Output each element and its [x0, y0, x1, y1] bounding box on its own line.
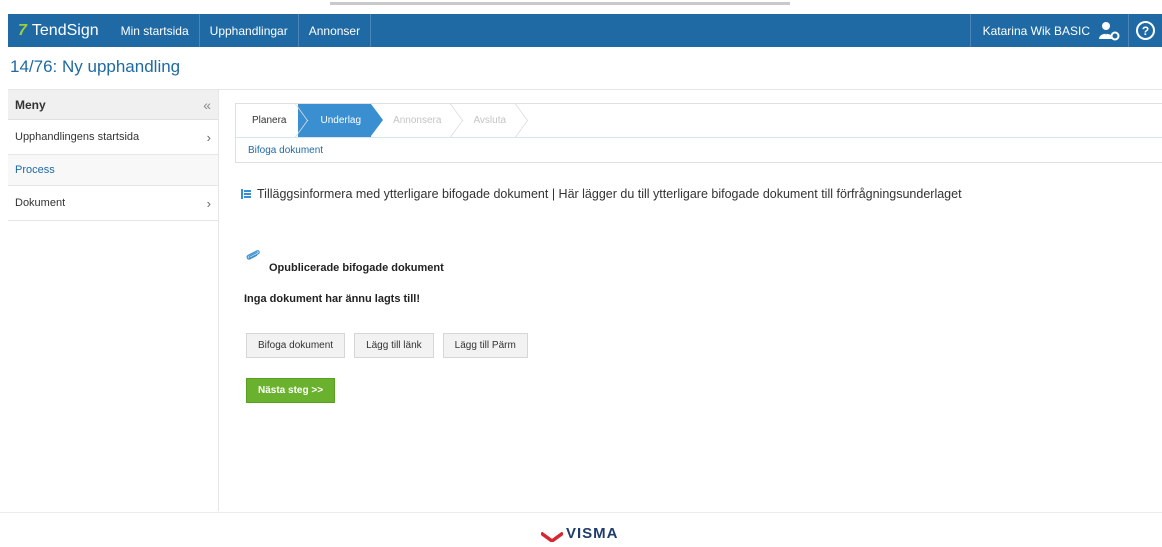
collapse-sidebar-icon[interactable]: « [203, 97, 211, 113]
footer: VISMA [0, 512, 1162, 543]
info-icon-line [244, 190, 251, 192]
process-steps-panel: Planera Underlag Annonsera Avsluta Bifog… [235, 103, 1162, 163]
sidebar-header-label: Meny [15, 97, 46, 112]
sidebar-item-dokument[interactable]: Dokument › [8, 186, 218, 221]
step-annonsera: Annonsera [371, 104, 451, 137]
step-label: Planera [252, 115, 287, 126]
attachment-actions: Bifoga dokument Lägg till länk Lägg till… [246, 333, 528, 358]
step-active-arrow [371, 104, 384, 136]
nav-min-startsida[interactable]: Min startsida [111, 14, 200, 47]
visma-logo: VISMA [539, 525, 619, 543]
list-info-icon [241, 189, 251, 199]
page-title: 14/76: Ny upphandling [10, 57, 181, 76]
empty-message: Inga dokument har ännu lagts till! [244, 293, 421, 305]
sub-step-bifoga-dokument[interactable]: Bifoga dokument [248, 145, 323, 156]
visma-logo-text: VISMA [566, 525, 619, 542]
main-content: Planera Underlag Annonsera Avsluta Bifog… [218, 89, 1162, 511]
step-separator [450, 104, 463, 137]
next-step-button[interactable]: Nästa steg >> [246, 378, 336, 403]
sidebar-item-upphandlingens-startsida[interactable]: Upphandlingens startsida › [8, 120, 218, 155]
top-navbar: 7 TendSign Min startsida Upphandlingar A… [8, 14, 1162, 47]
attachments-title: Opublicerade bifogade dokument [269, 262, 444, 274]
sub-step-bar: Bifoga dokument [236, 137, 1162, 163]
sidebar-header: Meny « [8, 90, 218, 120]
step-label: Underlag [320, 115, 362, 126]
sidebar-item-process[interactable]: Process [8, 155, 218, 186]
tendsign-logo-icon: 7 [18, 21, 27, 39]
help-button[interactable]: ? [1128, 14, 1162, 47]
step-planera[interactable]: Planera [236, 104, 296, 137]
nav-annonser[interactable]: Annonser [297, 14, 372, 47]
attachments-heading: Opublicerade bifogade dokument [245, 247, 444, 274]
visma-logo-icon [539, 529, 565, 543]
logo-text: TendSign [31, 21, 99, 39]
step-label: Avsluta [473, 115, 507, 126]
chevron-right-icon: › [206, 129, 211, 145]
user-menu[interactable]: Katarina Wik BASIC [969, 14, 1128, 47]
step-label: Annonsera [393, 115, 442, 126]
info-icon-line [244, 193, 251, 195]
nav-upphandlingar[interactable]: Upphandlingar [200, 14, 298, 47]
user-settings-icon [1098, 21, 1120, 41]
process-steps: Planera Underlag Annonsera Avsluta [236, 104, 516, 137]
top-strip [0, 0, 1162, 8]
step-underlag[interactable]: Underlag [298, 104, 384, 137]
sidebar-item-label: Process [15, 164, 55, 176]
sidebar-item-label: Upphandlingens startsida [15, 131, 140, 143]
info-icon-bar [241, 189, 243, 199]
step-separator [515, 104, 528, 137]
info-line: Tilläggsinformera med ytterligare bifoga… [241, 187, 962, 201]
paperclip-icon [242, 245, 262, 270]
sidebar-item-label: Dokument [15, 197, 66, 209]
help-icon: ? [1136, 21, 1155, 40]
lagg-till-lank-button[interactable]: Lägg till länk [354, 333, 434, 358]
bifoga-dokument-button[interactable]: Bifoga dokument [246, 333, 346, 358]
chevron-right-icon: › [206, 195, 211, 211]
top-strip-bar [330, 2, 790, 5]
sidebar: Meny « Upphandlingens startsida › Proces… [8, 89, 218, 511]
info-icon-line [244, 196, 251, 198]
lagg-till-parm-button[interactable]: Lägg till Pärm [442, 333, 528, 358]
user-name: Katarina Wik BASIC [982, 23, 1090, 38]
info-text: Tilläggsinformera med ytterligare bifoga… [257, 187, 962, 201]
step-separator [295, 104, 308, 137]
tendsign-logo[interactable]: 7 TendSign [8, 14, 111, 47]
